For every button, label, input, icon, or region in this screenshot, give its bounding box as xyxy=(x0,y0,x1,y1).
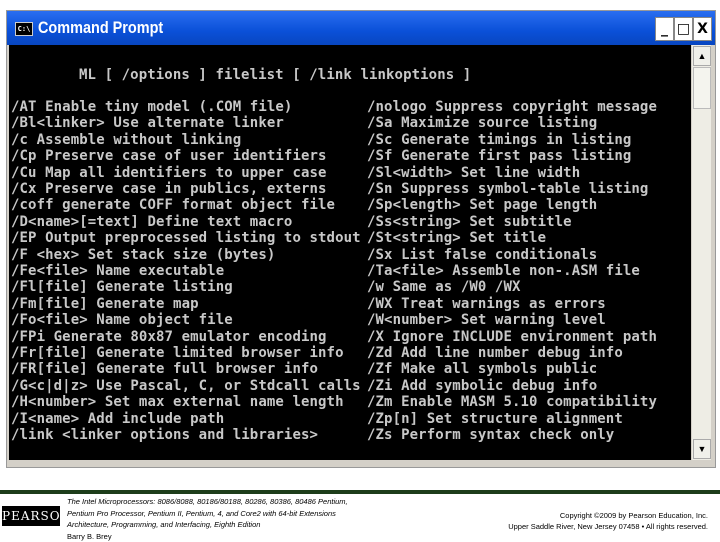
copyright-line: Copyright ©2009 by Pearson Education, In… xyxy=(508,510,708,521)
option-line: /Fm[file] Generate map xyxy=(11,296,199,312)
option-line: /H<number> Set max external name length xyxy=(11,394,344,410)
option-line: /Zs Perform syntax check only xyxy=(367,427,614,443)
scroll-thumb[interactable] xyxy=(693,67,711,109)
option-line: /Ss<string> Set subtitle xyxy=(367,214,572,230)
option-line: /Cu Map all identifiers to upper case xyxy=(11,165,327,181)
copyright: Copyright ©2009 by Pearson Education, In… xyxy=(508,510,708,532)
cmd-icon: C:\ xyxy=(15,22,33,36)
option-line: /I<name> Add include path xyxy=(11,411,224,427)
option-line: /Zm Enable MASM 5.10 compatibility xyxy=(367,394,657,410)
window-title: Command Prompt xyxy=(38,18,163,38)
option-line: /Fo<file> Name object file xyxy=(11,312,233,328)
option-line: /FPi Generate 80x87 emulator encoding xyxy=(11,329,327,345)
minimize-button[interactable]: _ xyxy=(655,17,674,41)
option-line: /Sa Maximize source listing xyxy=(367,115,597,131)
option-line: /X Ignore INCLUDE environment path xyxy=(367,329,657,345)
option-line: /Zd Add line number debug info xyxy=(367,345,623,361)
console-output[interactable]: ML [ /options ] filelist [ /link linkopt… xyxy=(9,45,691,460)
option-line: /AT Enable tiny model (.COM file) xyxy=(11,99,292,115)
option-line: /w Same as /W0 /WX xyxy=(367,279,521,295)
option-line: /WX Treat warnings as errors xyxy=(367,296,606,312)
option-line: /Cx Preserve case in publics, externs xyxy=(11,181,327,197)
book-line: Pentium Pro Processor, Pentium II, Penti… xyxy=(67,509,336,518)
option-line: /FR[file] Generate full browser info xyxy=(11,361,318,377)
title-bar[interactable]: C:\ Command Prompt _ □ X xyxy=(7,11,715,45)
option-line: /link <linker options and libraries> xyxy=(11,427,318,443)
option-line: /W<number> Set warning level xyxy=(367,312,606,328)
option-line: /Bl<linker> Use alternate linker xyxy=(11,115,284,131)
option-line: /Fl[file] Generate listing xyxy=(11,279,233,295)
option-line: /Zf Make all symbols public xyxy=(367,361,597,377)
option-line: /Sl<width> Set line width xyxy=(367,165,580,181)
author: Barry B. Brey xyxy=(67,531,348,542)
maximize-button[interactable]: □ xyxy=(674,17,693,41)
command-prompt-window: C:\ Command Prompt _ □ X ML [ /options ]… xyxy=(6,10,716,468)
footer-divider xyxy=(0,490,720,494)
close-button[interactable]: X xyxy=(693,17,712,41)
option-line: /Zi Add symbolic debug info xyxy=(367,378,597,394)
vertical-scrollbar[interactable]: ▲ ▼ xyxy=(692,45,711,460)
option-line: /Ta<file> Assemble non-.ASM file xyxy=(367,263,640,279)
scroll-up-arrow-icon[interactable]: ▲ xyxy=(693,46,711,66)
option-line: /coff generate COFF format object file xyxy=(11,197,335,213)
book-line: Architecture, Programming, and Interfaci… xyxy=(67,520,260,529)
option-line: /St<string> Set title xyxy=(367,230,546,246)
option-line: /Zp[n] Set structure alignment xyxy=(367,411,623,427)
book-citation: The Intel Microprocessors: 8086/8088, 80… xyxy=(67,496,348,542)
option-line: /Fe<file> Name executable xyxy=(11,263,224,279)
option-line: /F <hex> Set stack size (bytes) xyxy=(11,247,275,263)
pearson-logo: PEARSON xyxy=(2,506,60,526)
option-line: /Sc Generate timings in listing xyxy=(367,132,631,148)
option-line: /Sx List false conditionals xyxy=(367,247,597,263)
book-line: The Intel Microprocessors: 8086/8088, 80… xyxy=(67,497,348,506)
option-line: /Sp<length> Set page length xyxy=(367,197,597,213)
option-line: /Fr[file] Generate limited browser info xyxy=(11,345,344,361)
scroll-down-arrow-icon[interactable]: ▼ xyxy=(693,439,711,459)
option-line: /nologo Suppress copyright message xyxy=(367,99,657,115)
option-line: /D<name>[=text] Define text macro xyxy=(11,214,292,230)
usage-line: ML [ /options ] filelist [ /link linkopt… xyxy=(79,67,471,83)
option-line: /G<c|d|z> Use Pascal, C, or Stdcall call… xyxy=(11,378,361,394)
option-line: /Cp Preserve case of user identifiers xyxy=(11,148,327,164)
copyright-line: Upper Saddle River, New Jersey 07458 • A… xyxy=(508,521,708,532)
option-line: /EP Output preprocessed listing to stdou… xyxy=(11,230,361,246)
option-line: /Sf Generate first pass listing xyxy=(367,148,631,164)
option-line: /Sn Suppress symbol-table listing xyxy=(367,181,648,197)
option-line: /c Assemble without linking xyxy=(11,132,241,148)
